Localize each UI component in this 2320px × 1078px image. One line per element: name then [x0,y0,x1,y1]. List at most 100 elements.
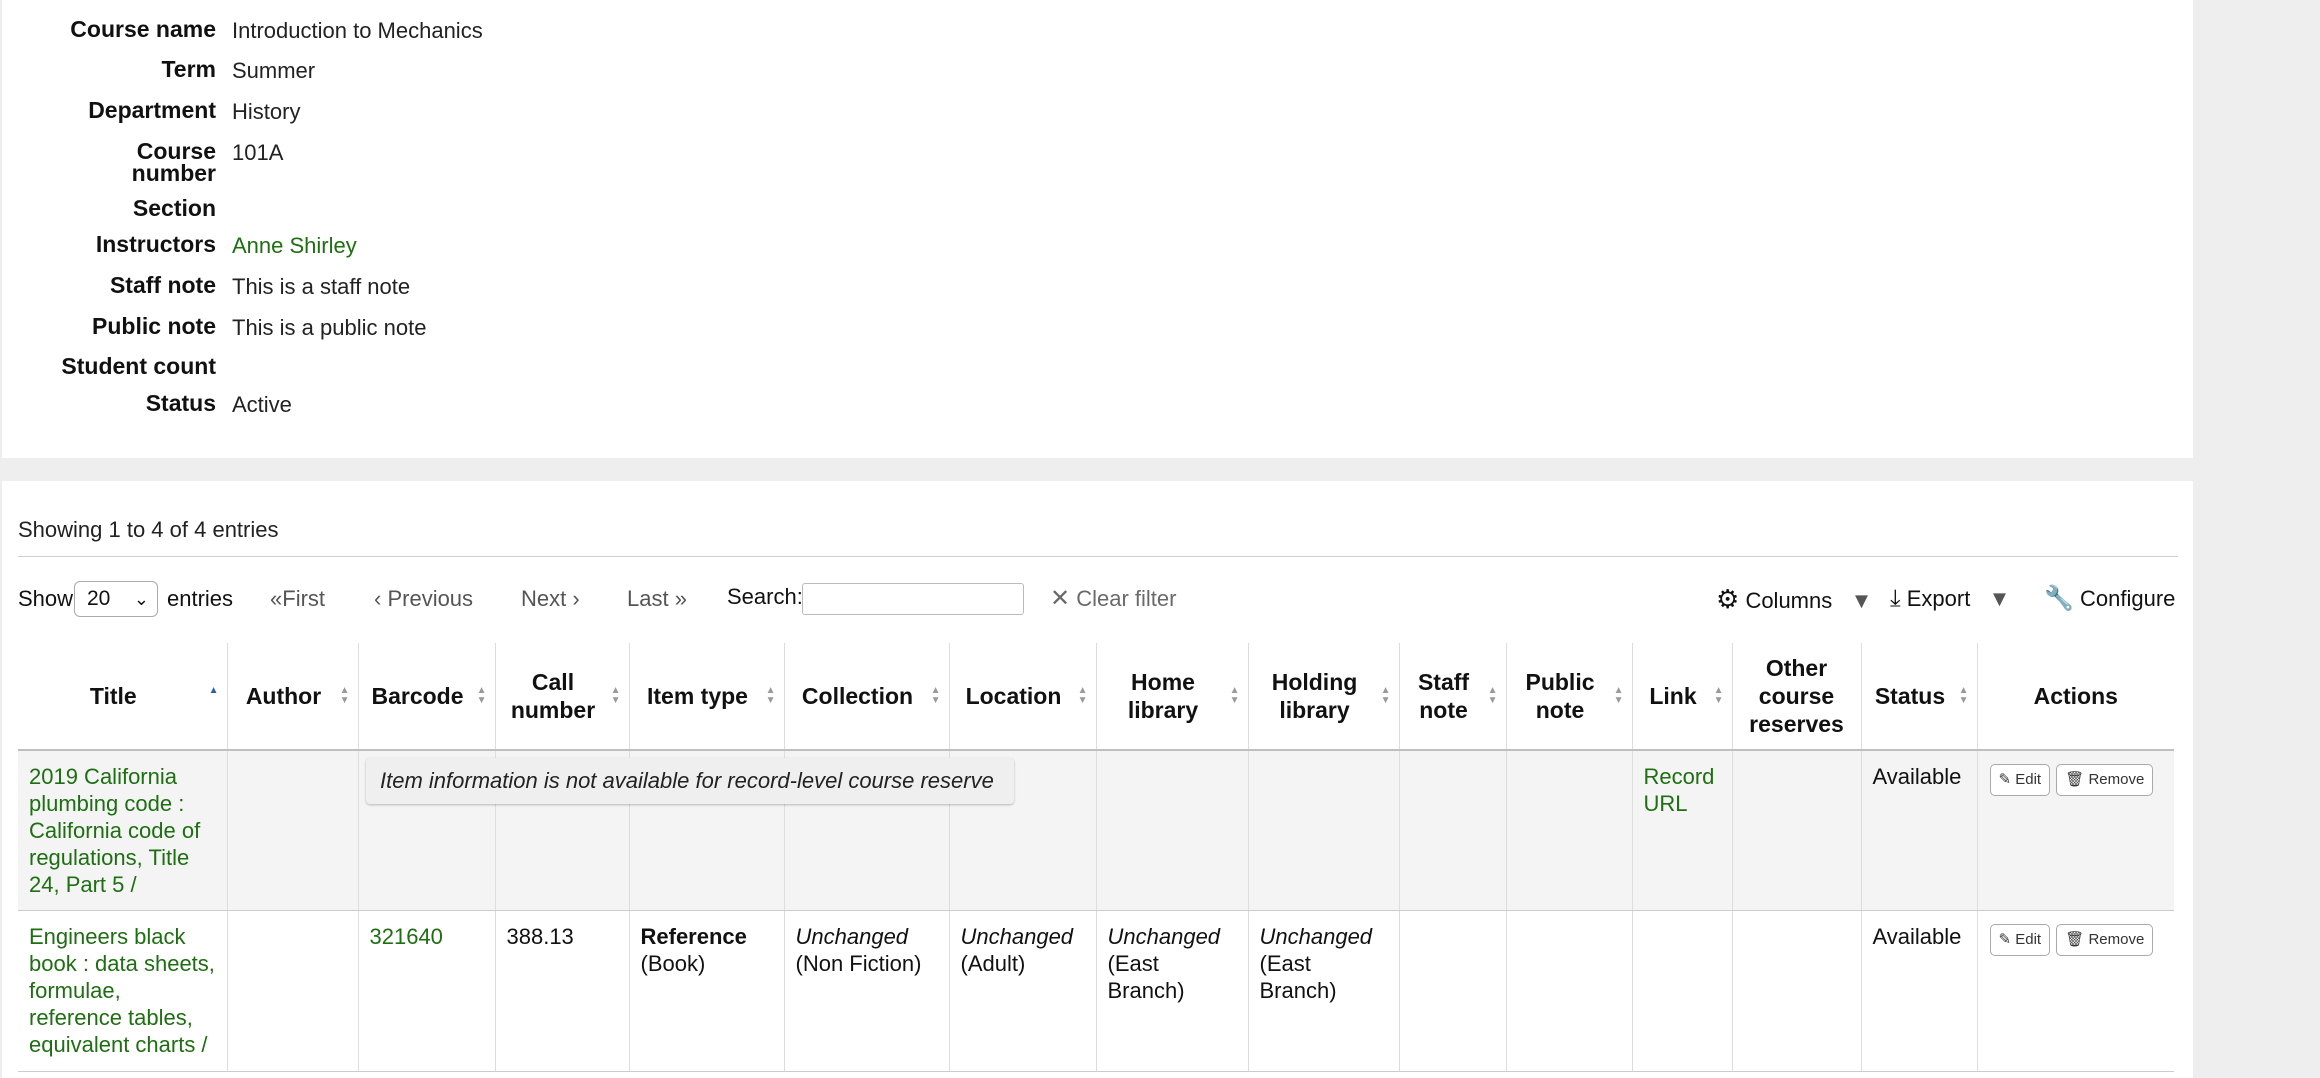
previous-page-button[interactable]: ‹ Previous [374,579,473,619]
last-label: Last [627,586,669,611]
course-details-panel: Course name Introduction to Mechanics Te… [2,0,2193,458]
columns-label: Columns [1745,588,1833,613]
cell-staff-note [1399,750,1507,911]
cell-home-library: Unchanged (East Branch) [1096,910,1249,1072]
table-header-row: Title ▲ Author ▲ ▼ Barcode ▲ ▼ Call number ▲ ▼ I… [18,643,2174,751]
trash-icon: 🗑 [2065,931,2085,948]
detail-label: Course number [2,140,216,185]
chevron-left-icon: ‹ [374,586,382,611]
cell-status: Available [1861,910,1978,1072]
cell-location: Unchanged (Adult) [949,910,1097,1072]
double-chevron-left-icon: « [270,586,283,611]
detail-value: This is a staff note [232,274,411,299]
remove-button[interactable]: 🗑 Remove [2056,764,2154,796]
pencil-icon: ✎ [1998,931,2012,948]
table-toolbar: Show 20 ⌄ entries «First ‹ Previous Next… [18,579,2178,619]
col-header-other-reserves: Other course reserves [1732,643,1862,751]
next-page-button[interactable]: Next › [521,579,580,619]
detail-label: Staff note [109,272,216,298]
sort-icon: ▲ ▼ [930,685,941,706]
clear-filter-button[interactable]: ✕ Clear filter [1050,579,1176,619]
cell-author [227,750,359,911]
sort-icon: ▲ ▼ [1380,685,1391,706]
detail-label: Instructors [95,231,216,257]
sort-icon: ▲ ▼ [1487,685,1498,706]
detail-value: This is a public note [232,315,427,340]
table-info: Showing 1 to 4 of 4 entries [18,517,279,542]
col-header-status[interactable]: Status ▲ ▼ [1861,643,1978,751]
edit-button[interactable]: ✎ Edit [1989,764,2051,796]
first-page-button[interactable]: «First [270,579,325,619]
wrench-icon: 🔧 [2044,585,2074,612]
detail-value: 101A [232,140,284,165]
columns-button[interactable]: ⚙ Columns ▼ [1716,579,1872,621]
entries-label: entries [167,586,234,611]
entries-value: 20 [87,587,111,610]
record-url-link[interactable]: Record URL [1644,764,1715,816]
instructor-link[interactable]: Anne Shirley [232,233,357,259]
detail-value: History [232,99,301,124]
col-header-public-note[interactable]: Public note ▲ ▼ [1506,643,1633,751]
table-row: Engineers black book : data sheets, form… [18,910,2174,1072]
gear-icon: ⚙ [1716,584,1740,614]
table-row: 2019 California plumbing code : Californ… [18,750,2174,911]
reserves-table-panel: Showing 1 to 4 of 4 entries Show 20 ⌄ en… [2,481,2193,1078]
caret-down-icon: ▼ [1850,588,1873,613]
cell-home-library [1096,750,1249,911]
sort-icon: ▲ ▼ [339,685,350,706]
remove-button[interactable]: 🗑 Remove [2056,924,2154,956]
show-label: Show [18,586,74,611]
col-header-link[interactable]: Link ▲ ▼ [1632,643,1733,751]
cell-link [1632,910,1733,1072]
export-label: Export [1906,586,1971,611]
cell-holding-library [1248,750,1400,911]
sort-icon: ▲ ▼ [1713,685,1724,706]
close-icon: ✕ [1050,585,1071,612]
next-label: Next [521,586,567,611]
cell-other-reserves [1732,750,1862,911]
export-button[interactable]: ⤓ Export ▼ [1890,579,2010,619]
sort-icon: ▲ ▼ [1958,685,1969,706]
chevron-right-icon: › [572,586,580,611]
col-header-holding-library[interactable]: Holding library ▲ ▼ [1248,643,1400,751]
col-header-collection[interactable]: Collection ▲ ▼ [784,643,950,751]
detail-label: Department [88,97,216,123]
col-header-location[interactable]: Location ▲ ▼ [949,643,1097,751]
detail-value: Active [232,392,292,417]
cell-status: Available [1861,750,1978,911]
search-input[interactable] [802,583,1024,615]
detail-value: Introduction to Mechanics [232,18,483,43]
cell-public-note [1506,910,1633,1072]
configure-button[interactable]: 🔧 Configure [2044,579,2175,619]
title-link[interactable]: Engineers black book : data sheets, form… [29,924,215,1057]
pencil-icon: ✎ [1998,771,2012,788]
detail-label: Section [132,195,216,221]
col-header-title[interactable]: Title ▲ [18,643,228,751]
col-header-barcode[interactable]: Barcode ▲ ▼ [358,643,496,751]
search-label: Search: [727,584,803,609]
sort-icon: ▲ ▼ [1229,685,1240,706]
barcode-link[interactable]: 321640 [370,924,443,949]
detail-value: Summer [232,58,316,83]
reserves-table: Title ▲ Author ▲ ▼ Barcode ▲ ▼ Call number ▲ ▼ I… [18,643,2174,1072]
cell-staff-note [1399,910,1507,1072]
cell-public-note [1506,750,1633,911]
col-header-call-number[interactable]: Call number ▲ ▼ [495,643,630,751]
double-chevron-right-icon: » [674,586,687,611]
last-page-button[interactable]: Last » [627,579,687,619]
col-header-item-type[interactable]: Item type ▲ ▼ [629,643,785,751]
detail-label: Course name [70,16,216,42]
clear-filter-label: Clear filter [1076,586,1177,611]
cell-call-number: 388.13 [495,910,630,1072]
entries-select[interactable]: 20 ⌄ [74,581,158,617]
title-link[interactable]: 2019 California plumbing code : Californ… [29,764,200,897]
cell-item-type: Reference (Book) [629,910,785,1072]
edit-button[interactable]: ✎ Edit [1989,924,2051,956]
divider [18,556,2178,557]
col-header-staff-note[interactable]: Staff note ▲ ▼ [1399,643,1507,751]
col-header-home-library[interactable]: Home library ▲ ▼ [1096,643,1249,751]
sort-ascending-icon: ▲ [208,685,219,696]
first-label: First [282,586,326,611]
col-header-author[interactable]: Author ▲ ▼ [227,643,359,751]
detail-label: Term [161,56,216,82]
